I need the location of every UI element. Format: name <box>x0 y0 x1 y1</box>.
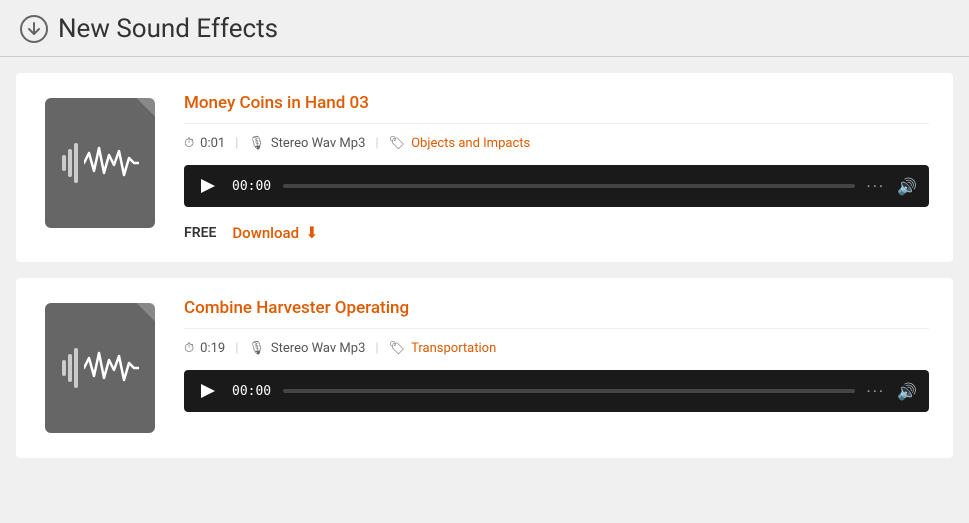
sound-info-2: Combine Harvester Operating ⏱ 0:19 | 🎙 S… <box>184 298 929 428</box>
page-header: New Sound Effects <box>0 0 969 56</box>
sound-duration-2: 0:19 <box>200 341 225 356</box>
sound-thumbnail-2 <box>40 298 160 438</box>
player-dots-1[interactable]: ··· <box>867 177 886 196</box>
waveform-svg-2 <box>84 348 139 388</box>
audio-player-1: 00:00 ··· 🔊 <box>184 165 929 207</box>
sound-meta-1: ⏱ 0:01 | 🎙 Stereo Wav Mp3 | 🏷 Objects an… <box>184 136 929 151</box>
bars-icon-2 <box>62 348 78 388</box>
sound-info-1: Money Coins in Hand 03 ⏱ 0:01 | 🎙 Stereo… <box>184 93 929 242</box>
volume-icon-2[interactable]: 🔊 <box>897 382 917 401</box>
separator-2a: | <box>235 341 238 356</box>
sound-format-1: Stereo Wav Mp3 <box>271 136 365 151</box>
bars-icon-1 <box>62 143 78 183</box>
download-arrow-1: ⬇ <box>305 223 318 242</box>
time-display-2: 00:00 <box>232 384 271 399</box>
download-circle-icon <box>20 15 48 43</box>
player-dots-2[interactable]: ··· <box>867 382 886 401</box>
sound-format-2: Stereo Wav Mp3 <box>271 341 365 356</box>
play-button-2[interactable] <box>196 379 220 403</box>
sound-thumbnail-1 <box>40 93 160 233</box>
sound-category-1[interactable]: Objects and Impacts <box>411 136 530 151</box>
page-title: New Sound Effects <box>58 14 278 44</box>
sound-file-icon-1 <box>45 98 155 228</box>
header-divider <box>0 56 969 57</box>
separator-1b: | <box>375 136 378 151</box>
sound-card-2: Combine Harvester Operating ⏱ 0:19 | 🎙 S… <box>16 278 953 458</box>
progress-bar-1[interactable] <box>283 184 854 188</box>
play-triangle-2 <box>201 384 215 398</box>
sound-footer-1: FREE Download ⬇ <box>184 223 929 242</box>
clock-icon-2: ⏱ <box>184 341 194 356</box>
sound-meta-2: ⏱ 0:19 | 🎙 Stereo Wav Mp3 | 🏷 Transporta… <box>184 341 929 356</box>
play-button-1[interactable] <box>196 174 220 198</box>
sound-duration-1: 0:01 <box>200 136 225 151</box>
sounds-list: Money Coins in Hand 03 ⏱ 0:01 | 🎙 Stereo… <box>0 73 969 458</box>
sound-category-2[interactable]: Transportation <box>411 341 496 356</box>
waveform-svg-1 <box>84 143 139 183</box>
clock-icon-1: ⏱ <box>184 136 194 151</box>
mic-icon-1: 🎙 <box>248 136 265 151</box>
mic-icon-2: 🎙 <box>248 341 265 356</box>
play-triangle-1 <box>201 179 215 193</box>
separator-2b: | <box>375 341 378 356</box>
sound-title-2[interactable]: Combine Harvester Operating <box>184 298 929 329</box>
tag-icon-1: 🏷 <box>389 136 406 151</box>
waveform-area-1 <box>56 143 145 183</box>
separator-1a: | <box>235 136 238 151</box>
audio-player-2: 00:00 ··· 🔊 <box>184 370 929 412</box>
tag-icon-2: 🏷 <box>389 341 406 356</box>
sound-card-1: Money Coins in Hand 03 ⏱ 0:01 | 🎙 Stereo… <box>16 73 953 262</box>
download-link-1[interactable]: Download ⬇ <box>232 223 318 242</box>
waveform-area-2 <box>56 348 145 388</box>
progress-bar-2[interactable] <box>283 389 854 393</box>
download-label-1: Download <box>232 224 299 242</box>
price-badge-1: FREE <box>184 225 216 241</box>
time-display-1: 00:00 <box>232 179 271 194</box>
sound-title-1[interactable]: Money Coins in Hand 03 <box>184 93 929 124</box>
sound-file-icon-2 <box>45 303 155 433</box>
volume-icon-1[interactable]: 🔊 <box>897 177 917 196</box>
